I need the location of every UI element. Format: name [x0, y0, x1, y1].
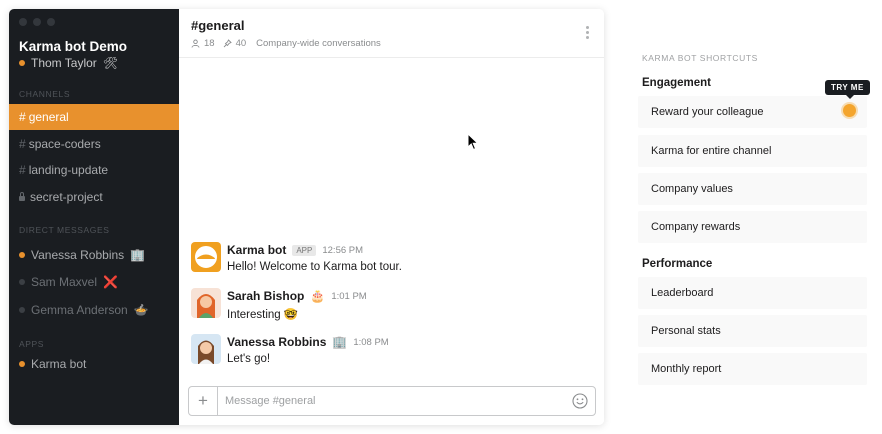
- minimize-window-button[interactable]: [33, 18, 41, 26]
- shortcut-personal-stats[interactable]: Personal stats: [638, 315, 867, 347]
- more-options-icon[interactable]: [586, 26, 590, 41]
- message-item: Karma bot APP 12:56 PM Hello! Welcome to…: [191, 242, 591, 282]
- message-item: Vanessa Robbins 🏢 1:08 PM Let's go!: [191, 334, 591, 374]
- status-emoji-icon: ❌: [103, 275, 118, 289]
- message-item: Sarah Bishop 🎂 1:01 PM Interesting 🤓: [191, 288, 591, 328]
- team-name[interactable]: Karma bot Demo: [19, 39, 127, 54]
- mouse-cursor-icon: [467, 133, 479, 151]
- apps-section-title[interactable]: APPS: [19, 339, 44, 349]
- current-user-name: Thom Taylor: [31, 56, 97, 70]
- add-attachment-button[interactable]: +: [189, 387, 218, 415]
- message-author[interactable]: Sarah Bishop: [227, 289, 304, 303]
- sidebar-item-karma-bot[interactable]: Karma bot: [9, 351, 179, 377]
- message-composer: +: [188, 386, 596, 416]
- engagement-title: Engagement: [642, 77, 712, 89]
- status-emoji-icon: 🏢: [130, 248, 146, 262]
- sidebar-item-label: general: [28, 110, 69, 124]
- presence-online-icon: [19, 361, 25, 367]
- sidebar-item-space-coders[interactable]: # space-coders: [9, 131, 179, 157]
- shortcut-leaderboard[interactable]: Leaderboard: [638, 277, 867, 309]
- status-emoji-icon: 🍲: [133, 303, 149, 317]
- message-time[interactable]: 12:56 PM: [322, 245, 363, 256]
- sidebar-item-gemma-anderson[interactable]: Gemma Anderson 🍲: [9, 297, 179, 323]
- message-author[interactable]: Karma bot: [227, 243, 286, 257]
- karma-bot-avatar[interactable]: [191, 242, 221, 272]
- members-icon[interactable]: [191, 39, 200, 48]
- sidebar-item-label: Karma bot: [31, 357, 87, 371]
- performance-title: Performance: [642, 258, 713, 270]
- app-badge: APP: [292, 244, 317, 256]
- channel-description: Company-wide conversations: [256, 38, 381, 49]
- hash-icon: #: [19, 110, 26, 124]
- message-text: Hello! Welcome to Karma bot tour.: [227, 261, 402, 273]
- channel-meta: 18 40 Company-wide conversations: [191, 38, 381, 49]
- sidebar: Karma bot Demo Thom Taylor 🛠 CHANNELS # …: [9, 9, 179, 425]
- maximize-window-button[interactable]: [47, 18, 55, 26]
- message-time[interactable]: 1:08 PM: [353, 337, 388, 348]
- vanessa-robbins-avatar[interactable]: [191, 334, 221, 364]
- sidebar-item-sam-maxvel[interactable]: Sam Maxvel ❌: [9, 269, 179, 295]
- app-window: Karma bot Demo Thom Taylor 🛠 CHANNELS # …: [9, 9, 604, 425]
- shortcut-company-values[interactable]: Company values: [638, 173, 867, 205]
- sarah-bishop-avatar[interactable]: [191, 288, 221, 318]
- channel-title[interactable]: #general: [191, 18, 244, 33]
- sidebar-item-vanessa-robbins[interactable]: Vanessa Robbins 🏢: [9, 242, 179, 268]
- shortcut-reward-colleague[interactable]: Reward your colleague: [638, 96, 867, 128]
- channels-section-title[interactable]: CHANNELS: [19, 89, 70, 99]
- hash-icon: #: [19, 137, 26, 151]
- sidebar-item-label: secret-project: [30, 190, 103, 204]
- header-divider: [179, 57, 604, 58]
- presence-online-icon: [19, 60, 25, 66]
- pinned-count[interactable]: 40: [236, 38, 247, 49]
- sidebar-item-general[interactable]: # general: [9, 104, 179, 130]
- dm-section-title[interactable]: DIRECT MESSAGES: [19, 225, 110, 235]
- message-author[interactable]: Vanessa Robbins: [227, 335, 326, 349]
- status-emoji-icon: 🎂: [310, 289, 326, 303]
- hash-icon: #: [19, 163, 26, 177]
- shortcut-monthly-report[interactable]: Monthly report: [638, 353, 867, 385]
- presence-away-icon: [19, 279, 25, 285]
- shortcut-karma-channel[interactable]: Karma for entire channel: [638, 135, 867, 167]
- sidebar-item-label: space-coders: [28, 137, 101, 151]
- presence-online-icon: [19, 252, 25, 258]
- try-me-tooltip: TRY ME: [825, 80, 870, 99]
- emoji-picker-icon[interactable]: [572, 393, 588, 409]
- pin-icon[interactable]: [223, 39, 232, 48]
- shortcuts-title: KARMA BOT SHORTCUTS: [642, 53, 758, 63]
- status-emoji-icon: 🏢: [332, 335, 348, 349]
- member-count[interactable]: 18: [204, 38, 215, 49]
- pulse-hotspot-icon[interactable]: [843, 104, 856, 117]
- shortcut-company-rewards[interactable]: Company rewards: [638, 211, 867, 243]
- status-emoji-icon: 🛠: [102, 56, 119, 70]
- sidebar-item-label: Sam Maxvel: [31, 275, 98, 289]
- message-time[interactable]: 1:01 PM: [331, 291, 366, 302]
- sidebar-item-landing-update[interactable]: # landing-update: [9, 157, 179, 183]
- presence-away-icon: [19, 307, 25, 313]
- message-input[interactable]: [225, 393, 555, 409]
- lock-icon: [19, 191, 25, 201]
- sidebar-item-label: Gemma Anderson: [31, 303, 128, 317]
- message-text: Interesting 🤓: [227, 309, 299, 321]
- channel-view: #general 18 40 Company-wide conversation…: [179, 9, 604, 425]
- sidebar-item-label: Vanessa Robbins: [31, 248, 125, 262]
- message-text: Let's go!: [227, 353, 271, 365]
- close-window-button[interactable]: [19, 18, 27, 26]
- window-controls: [19, 18, 55, 26]
- sidebar-item-label: landing-update: [28, 163, 109, 177]
- sidebar-item-secret-project[interactable]: secret-project: [9, 184, 179, 210]
- current-user[interactable]: Thom Taylor 🛠: [19, 56, 118, 70]
